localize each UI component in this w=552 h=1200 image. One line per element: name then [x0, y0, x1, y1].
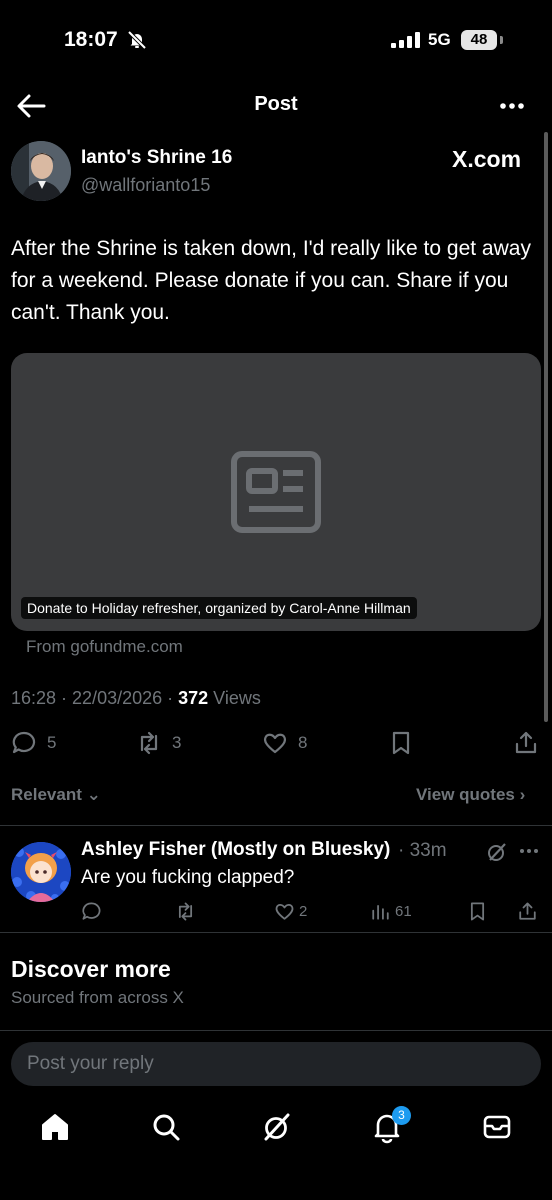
reply-time: · 33m: [398, 840, 447, 861]
reply-count: 5: [47, 733, 57, 752]
view-quotes-link[interactable]: View quotes ›: [416, 785, 525, 805]
discover-subtitle: Sourced from across X: [11, 988, 184, 1007]
discover-title: Discover more: [11, 956, 171, 982]
article-icon: [231, 451, 321, 533]
share-button[interactable]: [513, 730, 539, 756]
repost-button[interactable]: 3: [136, 730, 181, 756]
divider: [0, 1030, 552, 1031]
card-caption: Donate to Holiday refresher, organized b…: [21, 597, 417, 619]
author-name[interactable]: Ianto's Shrine 16: [81, 147, 232, 169]
reply-author-name[interactable]: Ashley Fisher (Mostly on Bluesky): [81, 839, 390, 861]
post-timestamp: 16:28 · 22/03/2026 ·: [11, 688, 179, 708]
reply-bookmark-button[interactable]: [467, 900, 488, 922]
divider: [0, 825, 552, 826]
signal-icon: [391, 32, 420, 48]
share-icon: [519, 902, 536, 920]
repost-count: 3: [172, 733, 182, 752]
mail-icon[interactable]: [480, 1110, 514, 1144]
link-card[interactable]: Donate to Holiday refresher, organized b…: [11, 353, 541, 631]
status-time: 18:07: [64, 28, 118, 51]
search-icon[interactable]: [149, 1110, 183, 1144]
bookmark-button[interactable]: [388, 730, 414, 756]
page-title: Post: [254, 93, 298, 115]
reply-repost-button[interactable]: [175, 900, 196, 922]
scrollbar[interactable]: [544, 132, 548, 722]
grok-icon[interactable]: [260, 1110, 294, 1144]
reply-views-count: 61: [395, 902, 412, 920]
view-quotes-label: View quotes: [416, 785, 515, 804]
reply-input[interactable]: [11, 1042, 541, 1086]
reply-views-button[interactable]: 61: [370, 900, 412, 922]
reply-icon: [82, 902, 101, 920]
bookmark-icon: [470, 902, 485, 920]
grok-icon[interactable]: [486, 841, 508, 863]
author-handle[interactable]: @wallforianto15: [81, 175, 210, 196]
battery-level: 48: [461, 30, 497, 50]
bookmark-icon: [392, 731, 410, 755]
sort-label: Relevant: [11, 785, 82, 804]
reply-reply-button[interactable]: [81, 900, 102, 922]
chevron-down-icon: ⌄: [86, 785, 101, 804]
share-icon: [515, 731, 537, 754]
reply-avatar[interactable]: [11, 842, 71, 902]
reply-icon: [12, 731, 36, 754]
repost-icon: [140, 731, 158, 755]
views-count: 372: [178, 688, 209, 708]
reply-more-icon[interactable]: [518, 843, 540, 859]
notification-badge: 3: [392, 1106, 411, 1125]
heart-icon: [275, 903, 294, 920]
network-type: 5G: [428, 30, 451, 49]
like-count: 8: [298, 733, 308, 752]
views-chart-icon: [372, 904, 389, 920]
more-options-icon[interactable]: [494, 92, 530, 120]
reply-text: Are you fucking clapped?: [81, 867, 295, 888]
divider: [0, 932, 552, 933]
battery-icon: 48: [461, 30, 503, 50]
post-text: After the Shrine is taken down, I'd real…: [11, 237, 531, 324]
chevron-right-icon: ›: [519, 785, 526, 804]
source-label: X.com: [452, 146, 522, 172]
home-icon[interactable]: [38, 1110, 72, 1144]
reply-share-button[interactable]: [517, 900, 538, 922]
heart-icon: [263, 733, 287, 754]
repost-icon: [178, 902, 193, 920]
reply-like-count: 2: [299, 902, 308, 920]
like-button[interactable]: 8: [262, 730, 307, 756]
sort-dropdown[interactable]: Relevant ⌄: [11, 785, 101, 805]
post-meta: 16:28 · 22/03/2026 · 372 Views: [11, 688, 261, 709]
author-avatar[interactable]: [11, 141, 71, 201]
reply-like-button[interactable]: 2: [274, 900, 307, 922]
reply-button[interactable]: 5: [11, 730, 56, 756]
card-domain[interactable]: From gofundme.com: [26, 637, 183, 657]
views-label: Views: [208, 688, 261, 708]
bell-off-icon: [127, 30, 147, 50]
